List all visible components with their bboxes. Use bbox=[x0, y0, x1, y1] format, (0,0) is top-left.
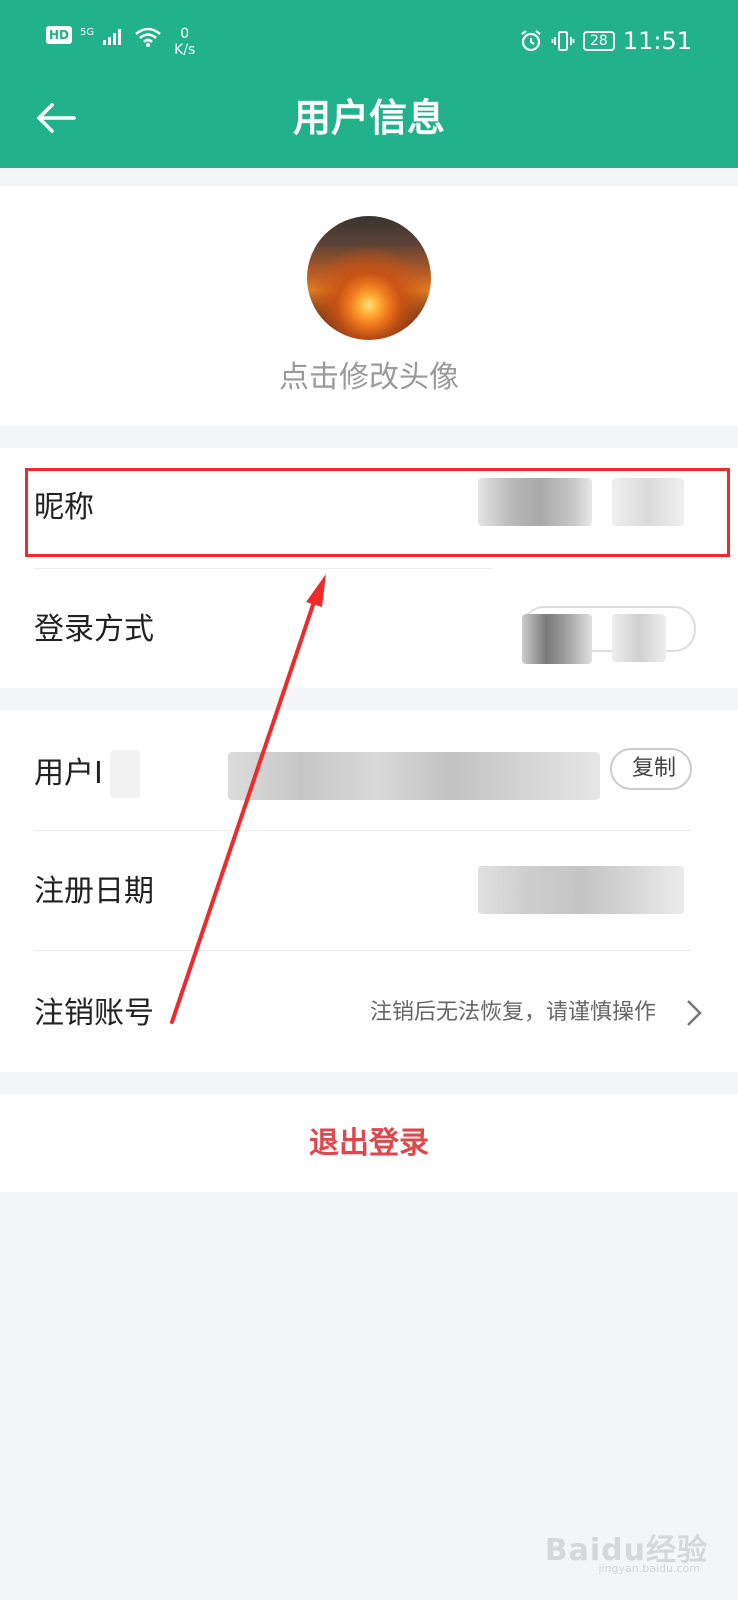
user-id-label-redacted bbox=[110, 750, 140, 798]
register-date-label: 注册日期 bbox=[34, 874, 154, 909]
user-id-row: 用户I 复制 bbox=[0, 710, 738, 830]
vibrate-icon bbox=[551, 31, 575, 51]
login-method-value-redacted-2 bbox=[612, 614, 666, 662]
app-bar: HD 5G 0 K/s 28 11:51 用户信息 bbox=[0, 0, 738, 168]
register-date-row: 注册日期 bbox=[0, 830, 738, 950]
status-bar: HD 5G 0 K/s 28 11:51 bbox=[0, 0, 738, 80]
highlight-box bbox=[25, 468, 730, 557]
user-id-value-redacted bbox=[228, 752, 600, 800]
copy-button[interactable]: 复制 bbox=[610, 748, 692, 790]
alarm-icon bbox=[521, 30, 541, 52]
net-speed: 0 K/s bbox=[174, 26, 195, 58]
page-title: 用户信息 bbox=[292, 96, 445, 140]
wifi-icon bbox=[135, 27, 161, 47]
avatar[interactable] bbox=[307, 216, 431, 340]
watermark-url: jingyan.baidu.com bbox=[598, 1562, 700, 1575]
cancel-account-hint: 注销后无法恢复，请谨慎操作 bbox=[369, 1000, 656, 1025]
login-method-label: 登录方式 bbox=[34, 612, 154, 647]
logout-button[interactable]: 退出登录 bbox=[0, 1124, 738, 1164]
hd-badge: HD bbox=[46, 26, 73, 44]
login-method-row[interactable]: 登录方式 bbox=[0, 568, 738, 688]
chevron-right-icon bbox=[687, 1000, 702, 1026]
user-id-label: 用户I bbox=[34, 756, 103, 791]
net-speed-value: 0 bbox=[180, 26, 190, 42]
network-type: 5G bbox=[80, 27, 95, 38]
login-method-value-redacted bbox=[522, 614, 592, 664]
clock: 11:51 bbox=[622, 27, 692, 55]
battery-indicator: 28 bbox=[583, 31, 615, 51]
net-speed-unit: K/s bbox=[174, 42, 196, 58]
avatar-caption[interactable]: 点击修改头像 bbox=[0, 358, 738, 398]
cancel-account-row[interactable]: 注销账号 注销后无法恢复，请谨慎操作 bbox=[0, 950, 738, 1072]
register-date-value-redacted bbox=[478, 866, 684, 914]
signal-icon bbox=[103, 29, 122, 45]
cancel-account-label: 注销账号 bbox=[34, 996, 154, 1031]
